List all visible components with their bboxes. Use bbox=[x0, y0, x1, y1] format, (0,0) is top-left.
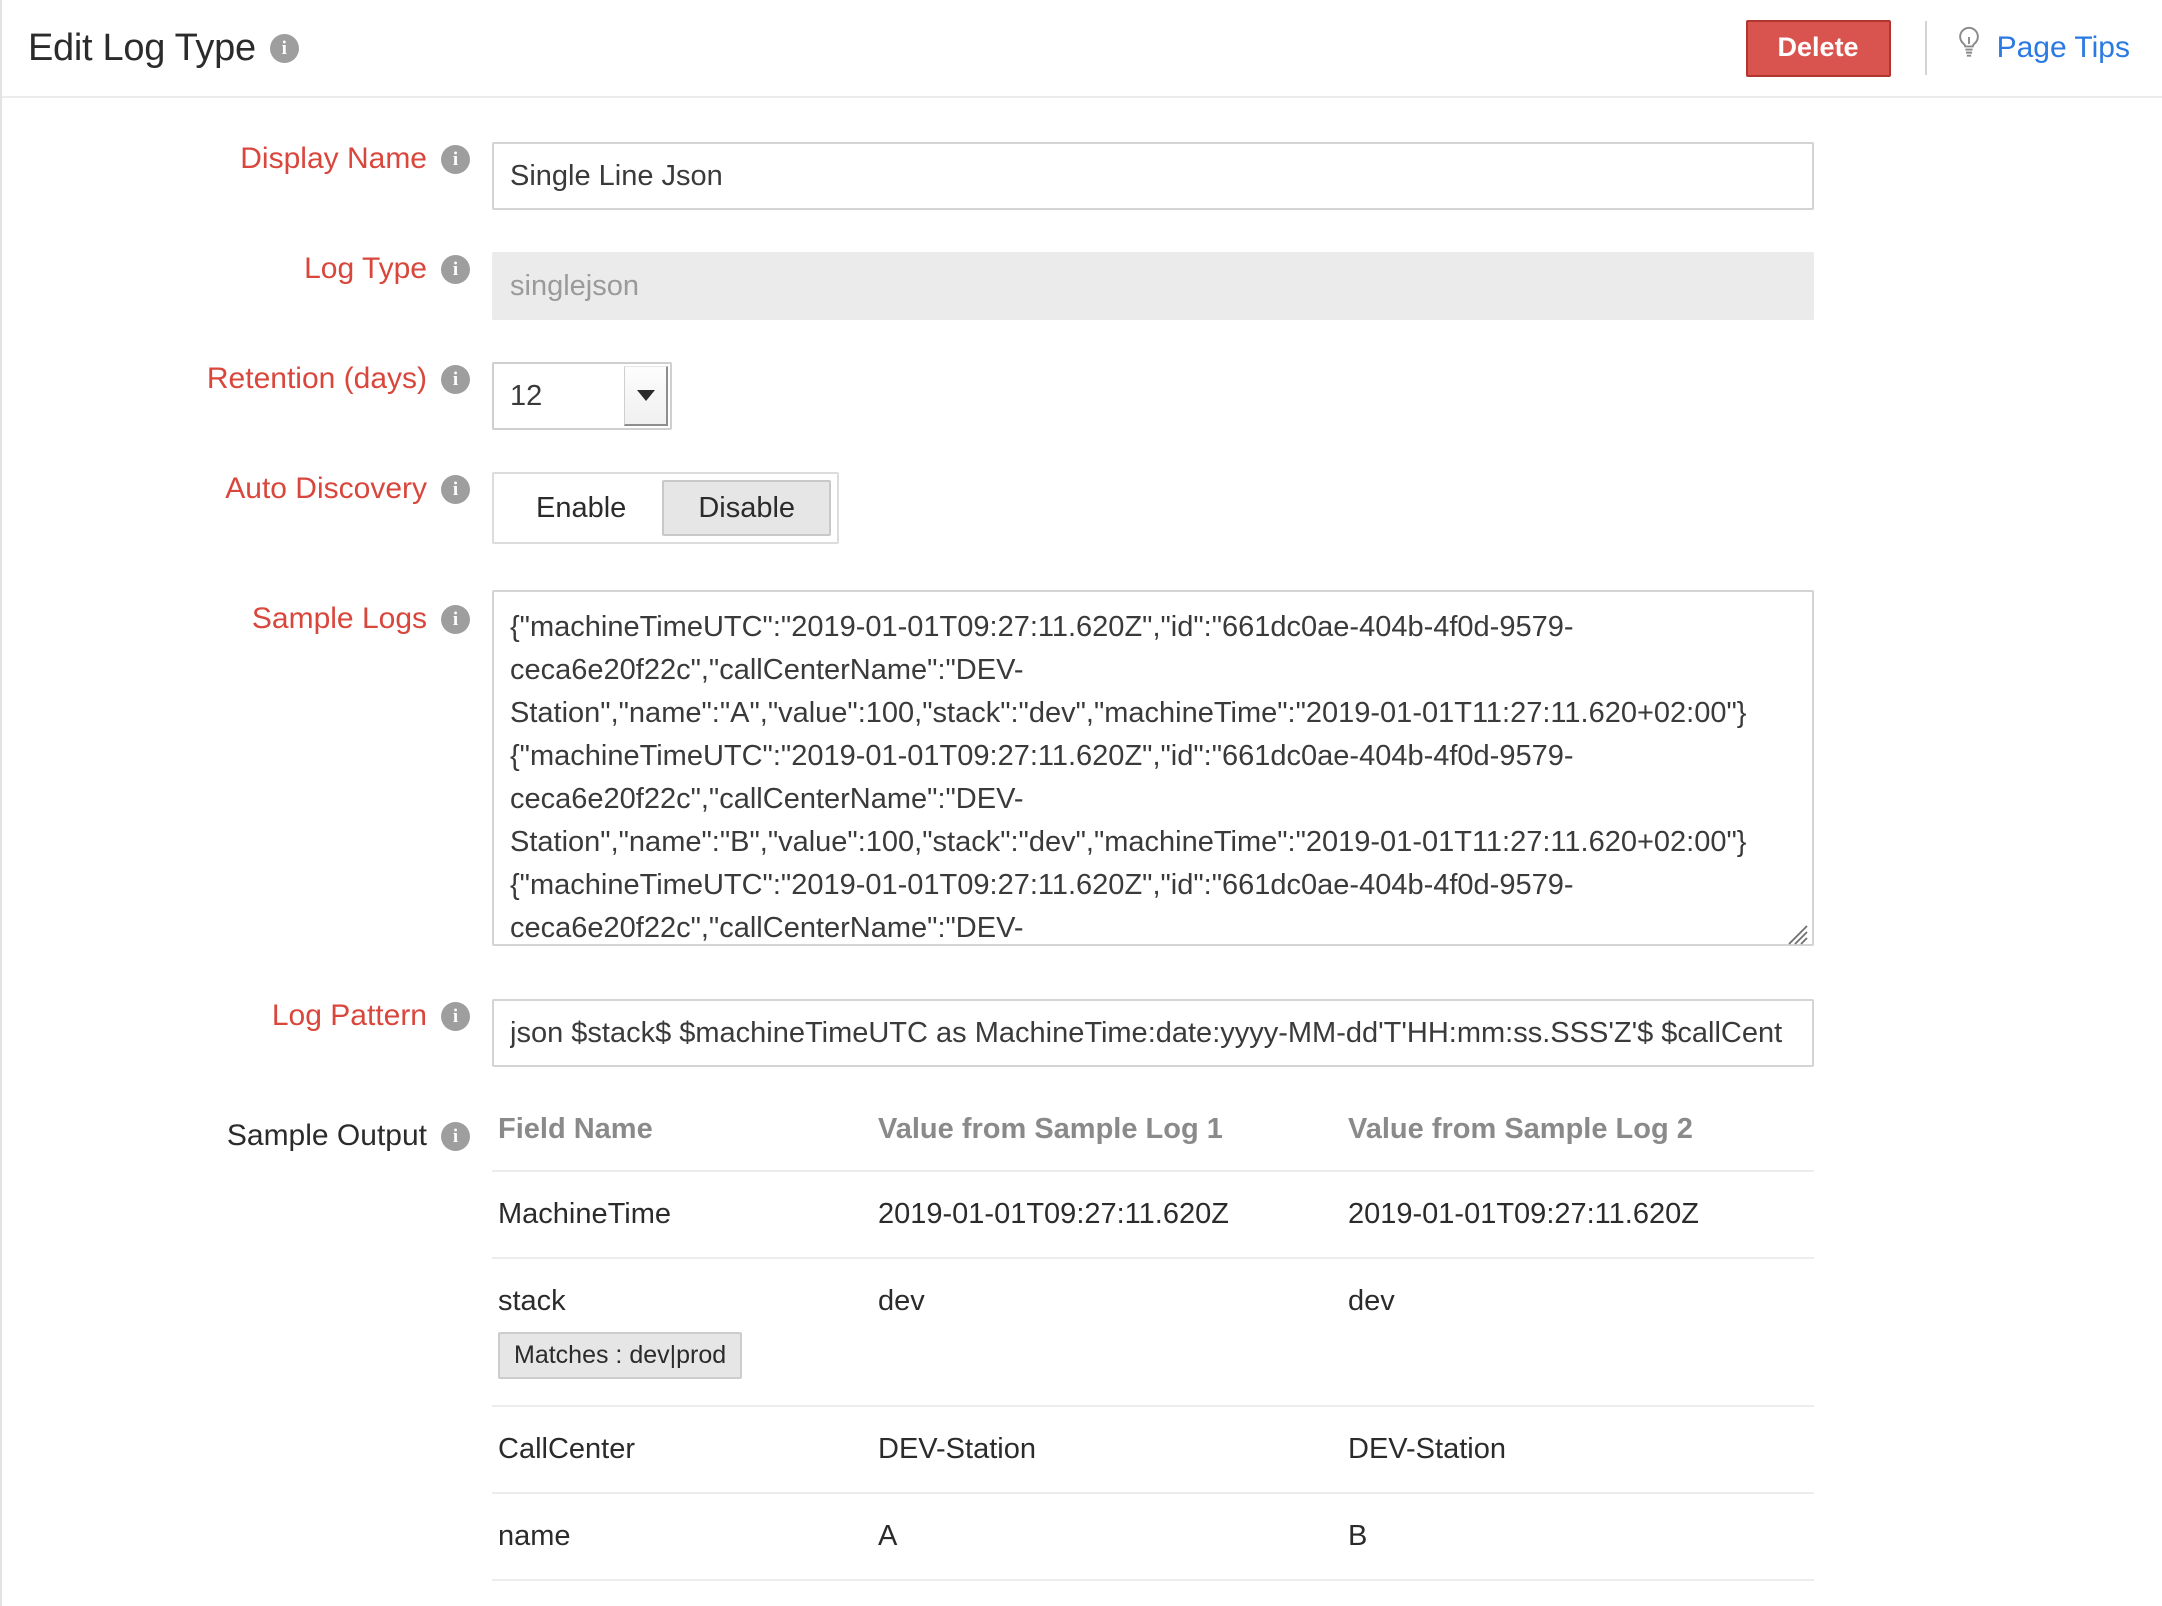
log-pattern-input[interactable] bbox=[492, 999, 1814, 1067]
sample-logs-field-cell: {"machineTimeUTC":"2019-01-01T09:27:11.6… bbox=[492, 590, 2162, 951]
table-row: name A B bbox=[492, 1493, 1814, 1580]
cell-log1-value: dev bbox=[872, 1258, 1342, 1406]
retention-info-icon[interactable]: i bbox=[441, 365, 470, 394]
cell-field-name: MachineTime bbox=[492, 1171, 872, 1258]
sample-logs-info-icon[interactable]: i bbox=[441, 605, 470, 634]
page-tips-label: Page Tips bbox=[1997, 31, 2130, 65]
table-row: MachineTime 2019-01-01T09:27:11.620Z 201… bbox=[492, 1171, 1814, 1258]
sample-output-info-icon[interactable]: i bbox=[441, 1122, 470, 1151]
cell-field-name: CallCenter bbox=[492, 1406, 872, 1493]
column-header-log2: Value from Sample Log 2 bbox=[1342, 1113, 1814, 1171]
page-header: Edit Log Type i Delete Page Tips bbox=[2, 0, 2162, 98]
log-pattern-label-cell: Log Pattern i bbox=[2, 999, 492, 1033]
log-pattern-label: Log Pattern bbox=[272, 999, 427, 1033]
retention-label: Retention (days) bbox=[207, 362, 427, 396]
cell-log1-value: A bbox=[872, 1493, 1342, 1580]
auto-discovery-enable-option[interactable]: Enable bbox=[500, 480, 662, 536]
cell-log2-value: DEV-Station bbox=[1342, 1406, 1814, 1493]
page-title-info-icon[interactable]: i bbox=[270, 34, 299, 63]
auto-discovery-disable-option[interactable]: Disable bbox=[662, 480, 831, 536]
form-row-display-name: Display Name i bbox=[2, 142, 2162, 210]
retention-field-cell: 12 bbox=[492, 362, 2162, 430]
form-row-log-type: Log Type i bbox=[2, 252, 2162, 320]
sample-output-label-cell: Sample Output i bbox=[2, 1113, 492, 1153]
retention-dropdown-button[interactable] bbox=[624, 366, 668, 426]
form-row-sample-logs: Sample Logs i {"machineTimeUTC":"2019-01… bbox=[2, 590, 2162, 951]
cell-field-name: stack Matches : dev|prod bbox=[492, 1258, 872, 1406]
form-row-retention: Retention (days) i 12 bbox=[2, 362, 2162, 430]
matches-badge: Matches : dev|prod bbox=[498, 1332, 742, 1379]
sample-logs-label-cell: Sample Logs i bbox=[2, 590, 492, 636]
retention-label-cell: Retention (days) i bbox=[2, 362, 492, 396]
chevron-down-icon bbox=[637, 390, 655, 401]
cell-log2-value: 2019-01-01T09:27:11.620Z bbox=[1342, 1171, 1814, 1258]
log-type-info-icon[interactable]: i bbox=[441, 255, 470, 284]
display-name-field-cell bbox=[492, 142, 2162, 210]
page-title: Edit Log Type bbox=[28, 29, 256, 67]
cell-log1-value: 2019-01-01T09:27:11.620Z bbox=[872, 1171, 1342, 1258]
edit-log-type-form: Display Name i Log Type i Retention (day… bbox=[2, 98, 2162, 1581]
header-divider bbox=[1925, 21, 1927, 75]
column-header-field-name: Field Name bbox=[492, 1113, 872, 1171]
cell-log2-value: B bbox=[1342, 1493, 1814, 1580]
form-row-auto-discovery: Auto Discovery i Enable Disable bbox=[2, 472, 2162, 544]
table-row: stack Matches : dev|prod dev dev bbox=[492, 1258, 1814, 1406]
display-name-input[interactable] bbox=[492, 142, 1814, 210]
auto-discovery-toggle-group: Enable Disable bbox=[492, 472, 839, 544]
display-name-label: Display Name bbox=[240, 142, 427, 176]
log-type-input bbox=[492, 252, 1814, 320]
sample-logs-textarea-wrap: {"machineTimeUTC":"2019-01-01T09:27:11.6… bbox=[492, 590, 1814, 951]
sample-logs-label: Sample Logs bbox=[252, 602, 427, 636]
form-row-sample-output: Sample Output i Field Name Value from Sa… bbox=[2, 1113, 2162, 1581]
column-header-log1: Value from Sample Log 1 bbox=[872, 1113, 1342, 1171]
auto-discovery-label-cell: Auto Discovery i bbox=[2, 472, 492, 506]
delete-button[interactable]: Delete bbox=[1746, 20, 1891, 77]
auto-discovery-label: Auto Discovery bbox=[225, 472, 427, 506]
log-pattern-info-icon[interactable]: i bbox=[441, 1002, 470, 1031]
page-container: Edit Log Type i Delete Page Tips bbox=[0, 0, 2162, 1606]
form-row-log-pattern: Log Pattern i bbox=[2, 999, 2162, 1067]
log-pattern-field-cell bbox=[492, 999, 2162, 1067]
cell-field-name: name bbox=[492, 1493, 872, 1580]
page-tips-link[interactable]: Page Tips bbox=[1953, 25, 2130, 71]
header-actions: Delete Page Tips bbox=[1746, 20, 2130, 77]
table-row: CallCenter DEV-Station DEV-Station bbox=[492, 1406, 1814, 1493]
log-type-label: Log Type bbox=[304, 252, 427, 286]
retention-select[interactable]: 12 bbox=[492, 362, 672, 430]
auto-discovery-info-icon[interactable]: i bbox=[441, 475, 470, 504]
page-title-group: Edit Log Type i bbox=[28, 29, 299, 67]
display-name-info-icon[interactable]: i bbox=[441, 145, 470, 174]
cell-field-name-text: stack bbox=[498, 1285, 566, 1317]
sample-logs-textarea[interactable]: {"machineTimeUTC":"2019-01-01T09:27:11.6… bbox=[492, 590, 1814, 946]
cell-log1-value: DEV-Station bbox=[872, 1406, 1342, 1493]
cell-log2-value: dev bbox=[1342, 1258, 1814, 1406]
log-type-label-cell: Log Type i bbox=[2, 252, 492, 286]
table-header-row: Field Name Value from Sample Log 1 Value… bbox=[492, 1113, 1814, 1171]
lightbulb-icon bbox=[1953, 25, 1985, 71]
retention-selected-value: 12 bbox=[494, 380, 542, 413]
log-type-field-cell bbox=[492, 252, 2162, 320]
sample-output-label: Sample Output bbox=[227, 1119, 427, 1153]
sample-output-field-cell: Field Name Value from Sample Log 1 Value… bbox=[492, 1113, 2162, 1581]
sample-output-table: Field Name Value from Sample Log 1 Value… bbox=[492, 1113, 1814, 1581]
display-name-label-cell: Display Name i bbox=[2, 142, 492, 176]
auto-discovery-field-cell: Enable Disable bbox=[492, 472, 2162, 544]
